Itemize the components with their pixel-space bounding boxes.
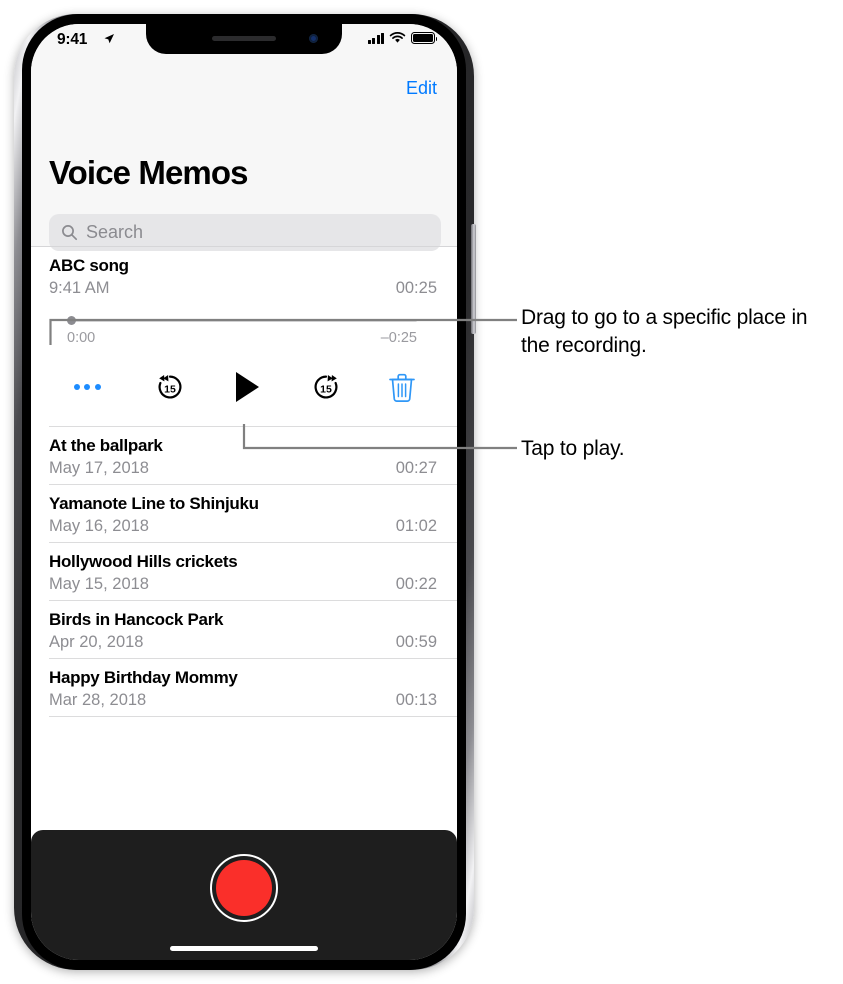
memo-title: ABC song [49, 256, 129, 275]
memo-meta: May 15, 2018 00:22 [49, 575, 437, 594]
svg-text:15: 15 [164, 384, 176, 396]
trash-icon [389, 373, 415, 402]
front-camera [309, 34, 318, 43]
memo-row[interactable]: Hollywood Hills crickets May 15, 2018 00… [31, 543, 457, 601]
remaining-time: –0:25 [380, 330, 417, 346]
memo-date: May 15, 2018 [49, 575, 149, 593]
skip-back-15-icon: 15 [158, 375, 182, 399]
cellular-signal-icon [367, 32, 384, 44]
memo-title: Happy Birthday Mommy [49, 668, 238, 687]
record-bar [31, 830, 457, 960]
row-separator [49, 716, 457, 717]
skip-forward-15-button[interactable]: 15 [311, 372, 341, 402]
memo-duration: 00:25 [395, 279, 437, 297]
callout-scrubber-text: Drag to go to a specific place in the re… [521, 306, 808, 357]
callout-play-text: Tap to play. [521, 437, 625, 460]
memo-row[interactable]: Happy Birthday Mommy Mar 28, 2018 00:13 [31, 659, 457, 717]
notch [146, 24, 342, 54]
playback-controls: 15 15 [67, 354, 417, 420]
earpiece-speaker [212, 36, 276, 41]
scrubber-track [67, 319, 417, 322]
record-button-icon [216, 860, 272, 916]
memo-title: At the ballpark [49, 436, 163, 455]
location-arrow-icon [104, 34, 114, 44]
scrubber-knob[interactable] [67, 316, 76, 325]
playback-times: 0:00 –0:25 [67, 330, 417, 346]
play-button[interactable] [233, 370, 263, 404]
record-button[interactable] [210, 854, 278, 922]
skip-back-15-button[interactable]: 15 [155, 372, 185, 402]
search-placeholder: Search [86, 222, 144, 242]
power-button[interactable] [471, 224, 476, 334]
memo-duration: 00:22 [395, 575, 437, 593]
phone-screen: 9:41 Edit Voice Memos Search ABC song 9:… [31, 24, 457, 960]
memo-title: Yamanote Line to Shinjuku [49, 494, 259, 513]
status-bar-indicators [367, 32, 438, 44]
skip-forward-15-icon: 15 [314, 375, 338, 399]
memo-duration: 01:02 [395, 517, 437, 535]
memo-date: May 17, 2018 [49, 459, 149, 477]
header-divider [31, 246, 457, 247]
playback-panel: 0:00 –0:25 15 15 [49, 298, 437, 420]
memo-row[interactable]: Yamanote Line to Shinjuku May 16, 2018 0… [31, 485, 457, 543]
playback-scrubber[interactable] [67, 316, 417, 325]
memo-list[interactable]: ABC song 9:41 AM 00:25 0:00 –0:25 15 15 … [31, 247, 457, 830]
memo-meta: Apr 20, 2018 00:59 [49, 633, 437, 652]
navigation-header: Edit Voice Memos Search [31, 58, 457, 251]
memo-row-expanded[interactable]: ABC song 9:41 AM 00:25 0:00 –0:25 15 15 [31, 247, 457, 427]
page-title: Voice Memos [49, 154, 248, 191]
memo-duration: 00:27 [395, 459, 437, 477]
elapsed-time: 0:00 [67, 330, 96, 346]
memo-duration: 00:13 [395, 691, 437, 709]
memo-meta: 9:41 AM 00:25 [49, 279, 437, 298]
more-options-button[interactable] [67, 384, 107, 390]
ellipsis-icon [73, 384, 101, 390]
memo-title: Birds in Hancock Park [49, 610, 224, 629]
edit-button[interactable]: Edit [406, 78, 437, 99]
play-icon [236, 372, 259, 402]
memo-row[interactable]: At the ballpark May 17, 2018 00:27 [31, 427, 457, 485]
search-icon [61, 224, 78, 241]
home-indicator[interactable] [170, 946, 318, 951]
memo-title: Hollywood Hills crickets [49, 552, 238, 571]
memo-date: Apr 20, 2018 [49, 633, 144, 651]
memo-meta: Mar 28, 2018 00:13 [49, 691, 437, 710]
wifi-icon [389, 32, 406, 43]
memo-row[interactable]: Birds in Hancock Park Apr 20, 2018 00:59 [31, 601, 457, 659]
delete-button[interactable] [389, 372, 415, 402]
svg-text:15: 15 [320, 384, 332, 396]
status-bar-time: 9:41 [57, 31, 88, 48]
memo-date: Mar 28, 2018 [49, 691, 147, 709]
battery-full-icon [411, 32, 438, 44]
memo-date: 9:41 AM [49, 279, 110, 297]
memo-duration: 00:59 [395, 633, 437, 651]
memo-meta: May 17, 2018 00:27 [49, 459, 437, 478]
memo-meta: May 16, 2018 01:02 [49, 517, 437, 536]
memo-date: May 16, 2018 [49, 517, 149, 535]
